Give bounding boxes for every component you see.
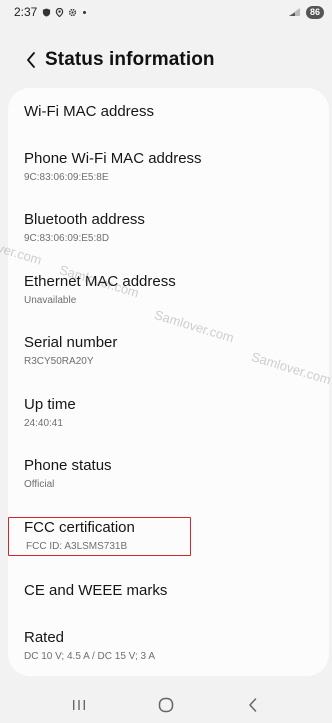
status-bar: 2:37 86 xyxy=(0,0,332,24)
status-time: 2:37 xyxy=(14,5,38,19)
list-item-ethernet-mac[interactable]: Ethernet MAC address Unavailable xyxy=(24,273,317,307)
nav-back-button[interactable] xyxy=(233,690,273,720)
page-title: Status information xyxy=(45,49,215,70)
list-item-wifi-mac[interactable]: Wi-Fi MAC address xyxy=(24,103,317,121)
fcc-highlight-box xyxy=(8,517,191,556)
nav-home-button[interactable] xyxy=(146,690,186,720)
item-value: 9C:83:06:09:E5:8D xyxy=(24,233,110,244)
list-item-rated[interactable]: Rated DC 10 V; 4.5 A / DC 15 V; 3 A xyxy=(24,629,317,663)
item-label: Up time xyxy=(24,396,76,413)
item-label: Rated xyxy=(24,629,65,646)
item-label: Bluetooth address xyxy=(24,211,145,228)
item-value: 24:40:41 xyxy=(24,418,63,429)
item-label: Wi-Fi MAC address xyxy=(24,103,155,120)
list-item-bluetooth-address[interactable]: Bluetooth address 9C:83:06:09:E5:8D xyxy=(24,211,317,245)
notification-dot-icon xyxy=(83,10,87,14)
list-item-serial-number[interactable]: Serial number R3CY50RA20Y xyxy=(24,334,317,368)
list-item-up-time[interactable]: Up time 24:40:41 xyxy=(24,396,317,430)
item-value: Unavailable xyxy=(24,295,77,306)
location-icon xyxy=(56,7,64,17)
item-label: Phone Wi-Fi MAC address xyxy=(24,150,202,167)
item-label: Ethernet MAC address xyxy=(24,273,176,290)
list-item-ce-weee-marks[interactable]: CE and WEEE marks xyxy=(24,582,317,600)
item-value: DC 10 V; 4.5 A / DC 15 V; 3 A xyxy=(24,651,155,662)
item-value: Official xyxy=(24,479,55,490)
home-icon xyxy=(158,697,174,712)
item-value: 9C:83:06:09:E5:8E xyxy=(24,172,109,183)
item-label: CE and WEEE marks xyxy=(24,582,168,599)
battery-badge: 86 xyxy=(305,5,324,19)
navigation-bar xyxy=(0,686,332,723)
recents-icon xyxy=(73,699,86,710)
status-right: 86 xyxy=(288,5,324,19)
app-header: Status information xyxy=(0,40,332,80)
signal-icon xyxy=(288,8,300,16)
item-value: R3CY50RA20Y xyxy=(24,356,94,367)
list-item-phone-status[interactable]: Phone status Official xyxy=(24,457,317,491)
settings-gear-icon xyxy=(69,8,77,16)
list-item-phone-wifi-mac[interactable]: Phone Wi-Fi MAC address 9C:83:06:09:E5:8… xyxy=(24,150,317,184)
status-info-list: Wi-Fi MAC address Phone Wi-Fi MAC addres… xyxy=(8,88,329,676)
nav-recents-button[interactable] xyxy=(59,690,99,720)
chevron-left-icon xyxy=(27,52,35,68)
item-label: Phone status xyxy=(24,457,112,474)
back-icon xyxy=(248,697,256,712)
shield-icon xyxy=(43,7,51,17)
item-label: Serial number xyxy=(24,334,118,351)
